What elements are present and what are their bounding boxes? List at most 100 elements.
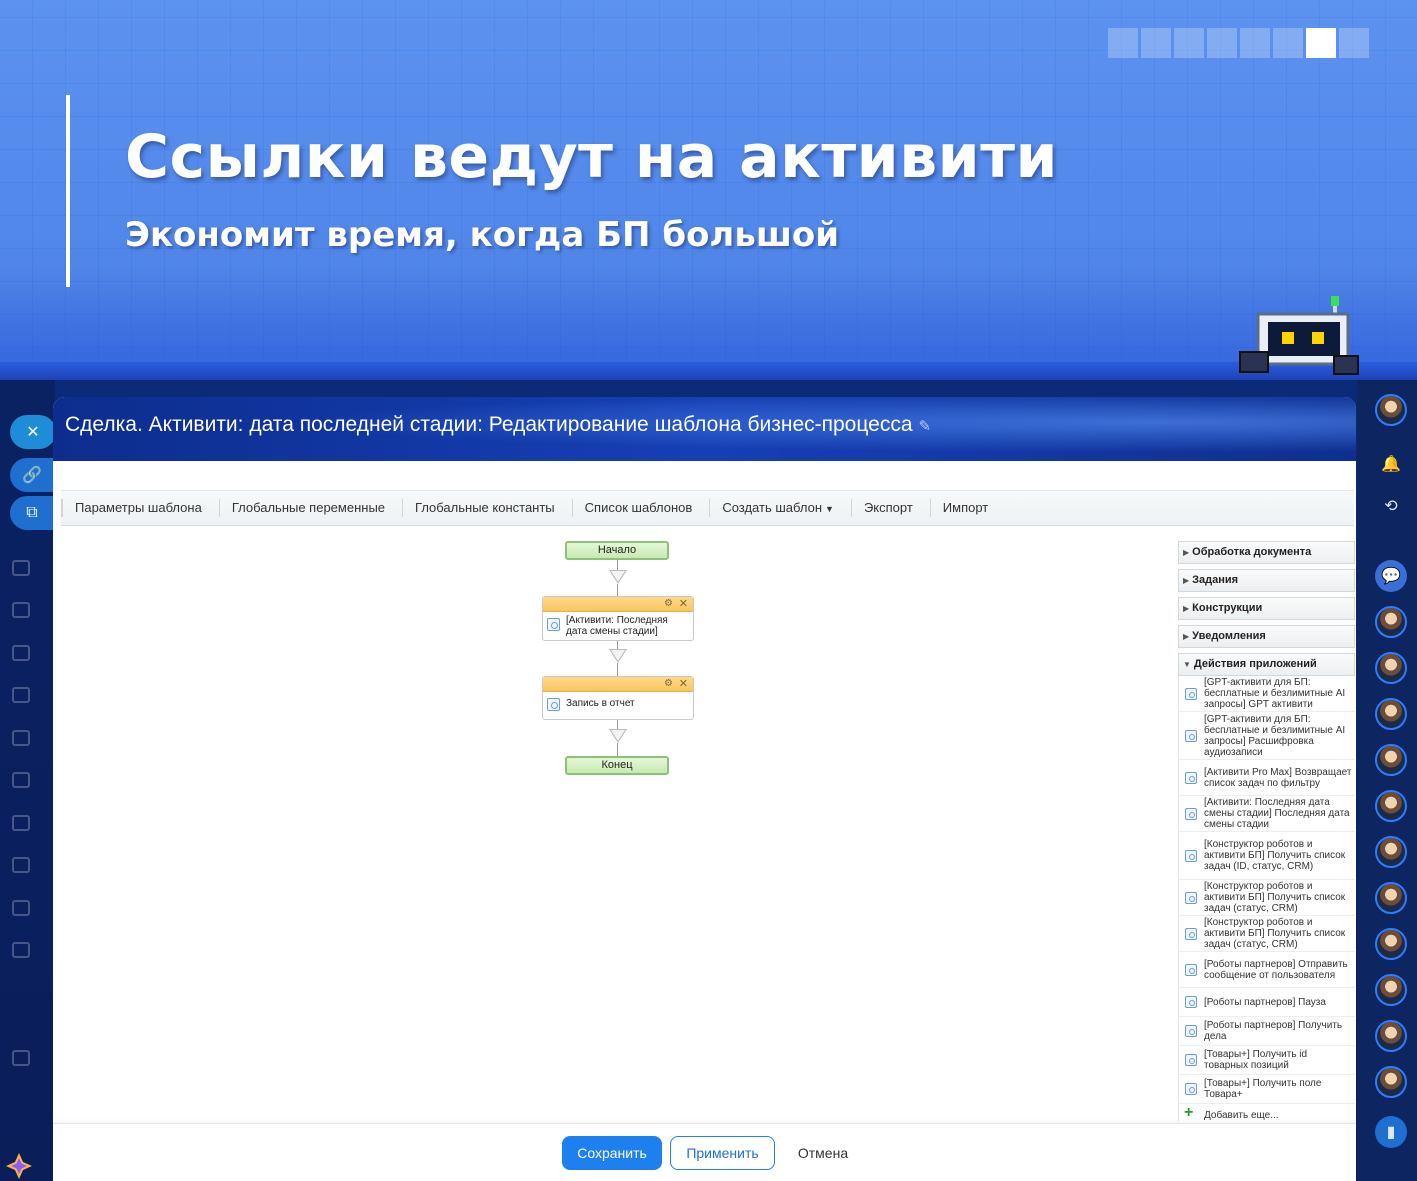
- panel-activity-item[interactable]: [Товары+] Получить поле Товара+: [1179, 1075, 1355, 1104]
- connector-line: [617, 663, 618, 676]
- analytics-nav-icon[interactable]: [12, 772, 30, 788]
- connector-line: [617, 560, 618, 570]
- open-new-window-button[interactable]: ⧉: [10, 496, 54, 530]
- hex-nav-icon[interactable]: [12, 815, 30, 831]
- contact-avatar[interactable]: [1375, 974, 1407, 1006]
- cancel-button[interactable]: Отмена: [785, 1136, 861, 1170]
- user-avatar[interactable]: [1375, 394, 1407, 426]
- group-document-processing[interactable]: ▶ Обработка документа: [1178, 541, 1355, 564]
- apply-button[interactable]: Применить: [670, 1136, 775, 1170]
- robot-nav-icon[interactable]: [12, 942, 30, 958]
- pager-dot[interactable]: [1273, 28, 1303, 58]
- pager-dot[interactable]: [1108, 28, 1138, 58]
- board-nav-icon[interactable]: [12, 687, 30, 703]
- create-template-dropdown[interactable]: Создать шаблон ▼: [709, 499, 851, 517]
- pager-dot[interactable]: [1207, 28, 1237, 58]
- close-slider-button[interactable]: ✕: [10, 415, 56, 449]
- workflow-canvas[interactable]: Начало ⚙ ✕ [Активити: Последняя дата сме…: [61, 537, 1171, 1127]
- contact-avatar[interactable]: [1375, 1066, 1407, 1098]
- panel-activity-item[interactable]: [Конструктор роботов и активити БП] Полу…: [1179, 880, 1355, 916]
- messenger-icon[interactable]: ⟲: [1375, 490, 1407, 522]
- panel-activity-item[interactable]: [Товары+] Получить id товарных позиций: [1179, 1046, 1355, 1075]
- template-toolbar: Параметры шаблона Глобальные переменные …: [61, 490, 1354, 526]
- pager-dot[interactable]: [1306, 28, 1336, 58]
- activity-icon: [1185, 1083, 1197, 1095]
- global-constants-button[interactable]: Глобальные константы: [402, 499, 572, 517]
- docs-nav-icon[interactable]: [12, 645, 30, 661]
- robot-mascot-icon: [1239, 296, 1359, 375]
- template-params-button[interactable]: Параметры шаблона: [61, 499, 219, 517]
- sites-nav-icon[interactable]: [12, 602, 30, 618]
- workflow-start[interactable]: Начало: [565, 541, 669, 560]
- close-icon[interactable]: ✕: [679, 677, 688, 690]
- link-icon: 🔗: [22, 467, 42, 484]
- calendar-nav-icon[interactable]: [12, 730, 30, 746]
- panel-activity-item[interactable]: [GPT-активити для БП: бесплатные и безли…: [1179, 712, 1355, 760]
- panel-activity-item[interactable]: [Активити: Последняя дата смены стадии] …: [1179, 796, 1355, 832]
- contact-avatar[interactable]: [1375, 790, 1407, 822]
- contact-avatar[interactable]: [1375, 744, 1407, 776]
- form-nav-icon[interactable]: [12, 857, 30, 873]
- chat-icon[interactable]: 💬: [1375, 560, 1407, 592]
- pin-icon[interactable]: ✎: [919, 417, 932, 435]
- pager-dot[interactable]: [1141, 28, 1171, 58]
- copy-link-button[interactable]: 🔗: [10, 458, 54, 492]
- export-button[interactable]: Экспорт: [850, 499, 930, 517]
- gear-icon[interactable]: ⚙: [664, 598, 673, 609]
- panel-activity-item[interactable]: [GPT-активити для БП: бесплатные и безли…: [1179, 676, 1355, 712]
- contact-avatar[interactable]: [1375, 698, 1407, 730]
- panel-item-label: [Роботы партнеров] Отправить сообщение о…: [1204, 958, 1348, 981]
- contact-avatar[interactable]: [1375, 1020, 1407, 1052]
- triangle-right-icon: ▶: [1183, 548, 1190, 557]
- pager-dot[interactable]: [1174, 28, 1204, 58]
- pager-dot[interactable]: [1339, 28, 1369, 58]
- connector-line: [617, 743, 618, 756]
- panel-item-label: [GPT-активити для БП: бесплатные и безли…: [1204, 677, 1346, 710]
- close-icon[interactable]: ✕: [679, 597, 688, 610]
- bell-icon[interactable]: 🔔: [1375, 448, 1407, 480]
- contact-avatar[interactable]: [1375, 836, 1407, 868]
- activity-block[interactable]: ⚙ ✕ Запись в отчет: [542, 676, 694, 720]
- gear-icon[interactable]: ⚙: [664, 678, 673, 689]
- panel-activity-item[interactable]: [Активити Pro Max] Возвращает список зад…: [1179, 760, 1355, 796]
- settings-nav-icon[interactable]: [12, 1050, 30, 1066]
- ai-assistant-icon[interactable]: [4, 1151, 34, 1181]
- sign-nav-icon[interactable]: [12, 900, 30, 916]
- activity-block[interactable]: ⚙ ✕ [Активити: Последняя дата смены стад…: [542, 596, 694, 641]
- add-more-link[interactable]: + Добавить еще...: [1179, 1104, 1355, 1121]
- panel-item-label: [Конструктор роботов и активити БП] Полу…: [1204, 881, 1346, 914]
- contact-avatar[interactable]: [1375, 606, 1407, 638]
- pager-dot[interactable]: [1240, 28, 1270, 58]
- panel-activity-item[interactable]: [Конструктор роботов и активити БП] Полу…: [1179, 916, 1355, 952]
- connector-arrow-inner: [611, 730, 625, 741]
- tasks-nav-icon[interactable]: [12, 560, 30, 576]
- activity-icon: [1185, 687, 1197, 700]
- toolbar-label: Создать шаблон: [722, 500, 823, 515]
- save-button[interactable]: Сохранить: [562, 1136, 662, 1170]
- group-constructions[interactable]: ▶ Конструкции: [1178, 597, 1355, 620]
- workflow-end[interactable]: Конец: [565, 756, 669, 775]
- panel-item-label: [Конструктор роботов и активити БП] Полу…: [1204, 839, 1346, 872]
- group-notifications[interactable]: ▶ Уведомления: [1178, 625, 1355, 648]
- group-tasks[interactable]: ▶ Задания: [1178, 569, 1355, 592]
- panel-activity-item[interactable]: [Роботы партнеров] Получить дела: [1179, 1017, 1355, 1046]
- activity-icon: [1185, 771, 1197, 784]
- triangle-right-icon: ▶: [1183, 604, 1190, 613]
- activity-icon: [1185, 1054, 1197, 1066]
- panel-activity-item[interactable]: [Роботы партнеров] Пауза: [1179, 988, 1355, 1017]
- panel-activity-item[interactable]: [Роботы партнеров] Отправить сообщение о…: [1179, 952, 1355, 988]
- global-variables-button[interactable]: Глобальные переменные: [218, 499, 402, 517]
- panel-activity-item[interactable]: [Конструктор роботов и активити БП] Полу…: [1179, 832, 1355, 880]
- triangle-right-icon: ▶: [1183, 632, 1190, 641]
- group-app-actions[interactable]: ▼ Действия приложений: [1178, 653, 1355, 676]
- templates-list-button[interactable]: Список шаблонов: [571, 499, 710, 517]
- activity-icon: [547, 698, 560, 711]
- import-button[interactable]: Импорт: [929, 499, 1005, 517]
- contact-avatar[interactable]: [1375, 652, 1407, 684]
- contact-avatar[interactable]: [1375, 882, 1407, 914]
- toolbar-label: Экспорт: [863, 500, 913, 515]
- panel-item-label: [Роботы партнеров] Пауза: [1204, 996, 1326, 1008]
- contact-avatar[interactable]: [1375, 928, 1407, 960]
- banner-title: Ссылки ведут на активити: [125, 122, 1059, 192]
- bookmark-icon[interactable]: ▮: [1375, 1116, 1407, 1148]
